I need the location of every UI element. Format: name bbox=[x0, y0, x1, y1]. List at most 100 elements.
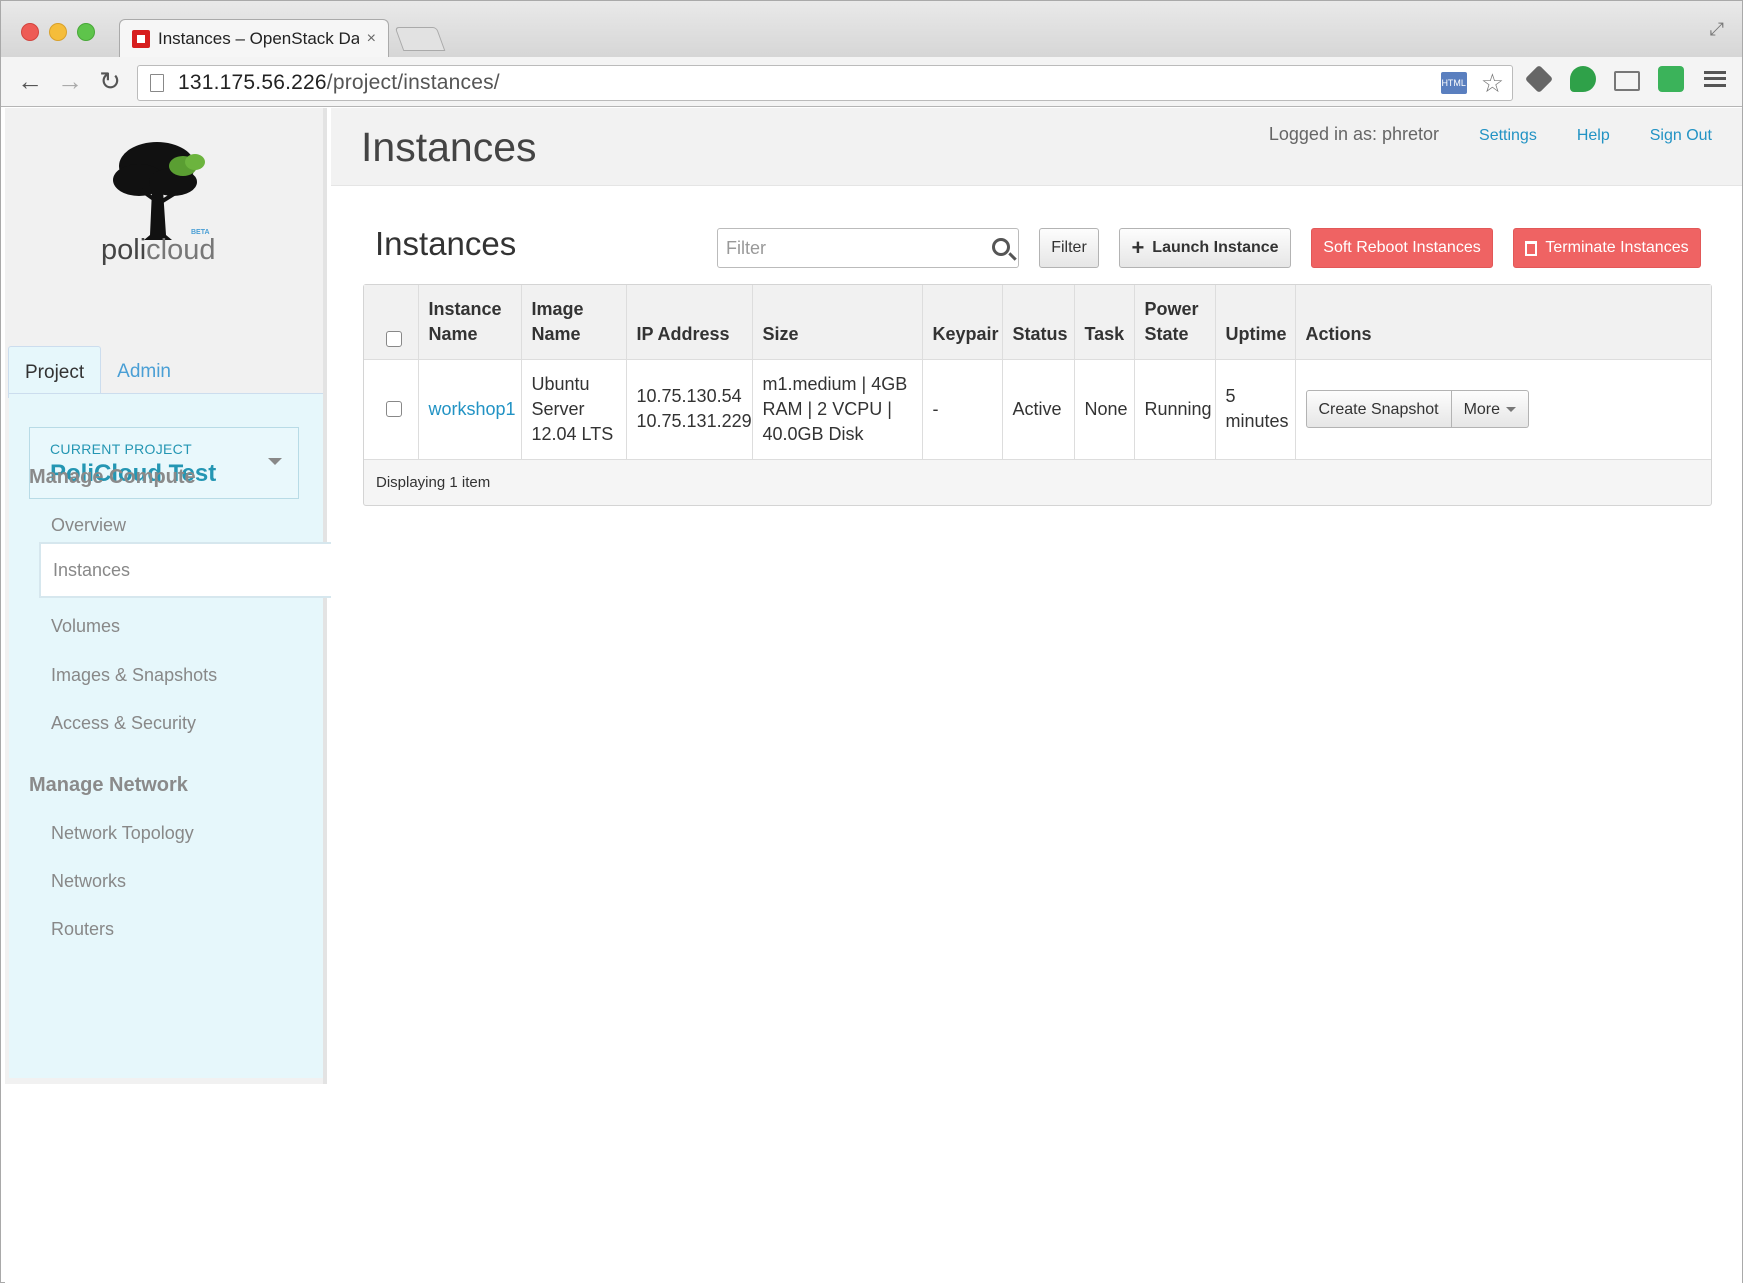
terminate-instances-label: Terminate Instances bbox=[1545, 239, 1689, 256]
beta-badge: BETA bbox=[191, 229, 210, 236]
col-uptime[interactable]: Uptime bbox=[1215, 285, 1296, 360]
uptime-cell: 5 minutes bbox=[1215, 359, 1296, 460]
create-snapshot-label: Create Snapshot bbox=[1318, 400, 1439, 418]
tab-admin[interactable]: Admin bbox=[101, 346, 187, 398]
size-cell: m1.medium | 4GB RAM | 2 VCPU | 40.0GB Disk bbox=[752, 359, 923, 460]
section-title: Instances bbox=[375, 225, 517, 262]
pocket-extension-icon[interactable] bbox=[1658, 66, 1684, 92]
table-footer: Displaying 1 item bbox=[376, 473, 491, 491]
table-row: workshop1 Ubuntu Server 12.04 LTS 10.75.13… bbox=[364, 359, 1711, 460]
status-cell: Active bbox=[1002, 359, 1075, 460]
col-image-name[interactable]: Image Name bbox=[521, 285, 627, 360]
sidebar-item-access-security[interactable]: Access & Security bbox=[51, 713, 196, 734]
sidebar-item-overview[interactable]: Overview bbox=[51, 515, 126, 536]
row-actions: Create Snapshot More bbox=[1305, 390, 1702, 428]
filter-button-label: Filter bbox=[1051, 239, 1087, 256]
logged-in-user: Logged in as: phretor bbox=[1268, 124, 1440, 144]
logo-text: policloud bbox=[101, 234, 216, 266]
extension-diamond-icon[interactable] bbox=[1524, 64, 1554, 94]
back-button[interactable]: ← bbox=[15, 66, 45, 96]
row-select-cell bbox=[364, 359, 419, 460]
sidebar-item-routers[interactable]: Routers bbox=[51, 919, 114, 940]
filter-input[interactable] bbox=[717, 228, 1019, 268]
select-all-checkbox[interactable] bbox=[386, 330, 402, 347]
chevron-down-icon bbox=[268, 458, 282, 465]
trash-icon bbox=[1525, 240, 1538, 256]
tab-close-icon[interactable]: × bbox=[367, 30, 376, 48]
settings-link[interactable]: Settings bbox=[1479, 127, 1537, 145]
task-cell: None bbox=[1074, 359, 1135, 460]
sidebar-item-volumes[interactable]: Volumes bbox=[51, 616, 120, 637]
sign-out-link[interactable]: Sign Out bbox=[1650, 127, 1712, 145]
soft-reboot-label: Soft Reboot Instances bbox=[1323, 239, 1481, 256]
browser-toolbar: ← → ↻ 131.175.56.226/project/instances/ … bbox=[1, 57, 1742, 107]
sidebar-item-images-snapshots[interactable]: Images & Snapshots bbox=[51, 665, 217, 686]
sidebar-item-network-topology[interactable]: Network Topology bbox=[51, 823, 194, 844]
html5-icon[interactable]: HTML bbox=[1440, 72, 1467, 94]
sidebar-item-instances[interactable]: Instances bbox=[39, 542, 331, 598]
chrome-menu-icon[interactable] bbox=[1702, 66, 1728, 92]
page-header: Instances Logged in as: phretor Settings… bbox=[331, 108, 1742, 186]
address-bar[interactable]: 131.175.56.226/project/instances/ HTML ☆ bbox=[137, 65, 1513, 101]
tab-project[interactable]: Project bbox=[8, 346, 102, 398]
page-icon bbox=[150, 74, 164, 92]
col-status[interactable]: Status bbox=[1002, 285, 1075, 360]
select-all-header bbox=[364, 285, 419, 360]
col-instance-name[interactable]: Instance Name bbox=[418, 285, 522, 360]
user-bar: Logged in as: phretor Settings Help Sign… bbox=[1269, 124, 1742, 145]
ip-address-cell: 10.75.130.54 10.75.131.229 bbox=[626, 359, 753, 460]
col-keypair[interactable]: Keypair bbox=[922, 285, 1003, 360]
image-name-cell: Ubuntu Server 12.04 LTS bbox=[521, 359, 627, 460]
help-link[interactable]: Help bbox=[1577, 127, 1610, 145]
soft-reboot-instances-button[interactable]: Soft Reboot Instances bbox=[1311, 228, 1493, 268]
zoom-window-button[interactable] bbox=[77, 23, 95, 41]
sidebar: policloud BETA Project Admin CURRENT PRO… bbox=[5, 108, 331, 1084]
instance-name-link[interactable]: workshop1 bbox=[429, 399, 516, 419]
current-project-label: CURRENT PROJECT bbox=[50, 441, 192, 457]
col-power-state[interactable]: Power State bbox=[1134, 285, 1216, 360]
bookmark-star-icon[interactable]: ☆ bbox=[1481, 70, 1504, 96]
new-tab-button[interactable] bbox=[394, 27, 446, 51]
terminate-instances-button[interactable]: Terminate Instances bbox=[1513, 228, 1701, 268]
instance-name-cell: workshop1 bbox=[418, 359, 522, 460]
launch-instance-button[interactable]: + Launch Instance bbox=[1119, 228, 1291, 268]
forward-button[interactable]: → bbox=[55, 66, 85, 96]
fullscreen-icon[interactable]: ⤢ bbox=[1710, 19, 1724, 40]
launch-instance-label: Launch Instance bbox=[1152, 239, 1279, 256]
create-snapshot-button[interactable]: Create Snapshot bbox=[1305, 390, 1452, 428]
sidebar-item-networks[interactable]: Networks bbox=[51, 871, 126, 892]
keypair-cell: - bbox=[922, 359, 1003, 460]
col-actions: Actions bbox=[1295, 285, 1711, 360]
openstack-favicon-icon bbox=[132, 29, 150, 48]
nav-heading-manage-compute[interactable]: Manage Compute bbox=[29, 466, 196, 489]
actions-cell: Create Snapshot More bbox=[1295, 359, 1711, 460]
dashboard-tabs: Project Admin bbox=[8, 346, 187, 398]
plus-icon: + bbox=[1131, 235, 1145, 260]
more-actions-button[interactable]: More bbox=[1451, 390, 1530, 428]
col-task[interactable]: Task bbox=[1074, 285, 1135, 360]
browser-tab[interactable]: Instances – OpenStack Das × bbox=[119, 19, 389, 57]
chevron-down-icon bbox=[1506, 406, 1517, 412]
minimize-window-button[interactable] bbox=[49, 23, 67, 41]
reload-button[interactable]: ↻ bbox=[95, 66, 125, 96]
row-checkbox[interactable] bbox=[386, 401, 402, 417]
page-title: Instances bbox=[361, 124, 537, 170]
filter-button[interactable]: Filter bbox=[1039, 228, 1099, 268]
page: policloud BETA Project Admin CURRENT PRO… bbox=[5, 108, 1742, 1283]
close-window-button[interactable] bbox=[21, 23, 39, 41]
search-icon[interactable] bbox=[992, 238, 1010, 256]
url-text: 131.175.56.226/project/instances/ bbox=[178, 71, 500, 94]
more-actions-label: More bbox=[1463, 400, 1501, 418]
col-ip-address[interactable]: IP Address bbox=[626, 285, 753, 360]
nav-panel: CURRENT PROJECT PoliCloud Test Manage Co… bbox=[9, 393, 331, 1078]
nav-heading-manage-network[interactable]: Manage Network bbox=[29, 774, 188, 797]
cast-icon[interactable] bbox=[1614, 70, 1640, 91]
extension-icons bbox=[1524, 64, 1728, 94]
power-state-cell: Running bbox=[1134, 359, 1216, 460]
hangouts-icon[interactable] bbox=[1570, 66, 1596, 92]
browser-window: Instances – OpenStack Das × ⤢ ← → ↻ 131.… bbox=[0, 0, 1743, 1283]
col-size[interactable]: Size bbox=[752, 285, 923, 360]
tab-title: Instances – OpenStack Das bbox=[158, 28, 359, 48]
instances-table: Instance Name Image Name IP Address Size K… bbox=[363, 284, 1712, 506]
table-header-row: Instance Name Image Name IP Address Size K… bbox=[364, 285, 1711, 360]
